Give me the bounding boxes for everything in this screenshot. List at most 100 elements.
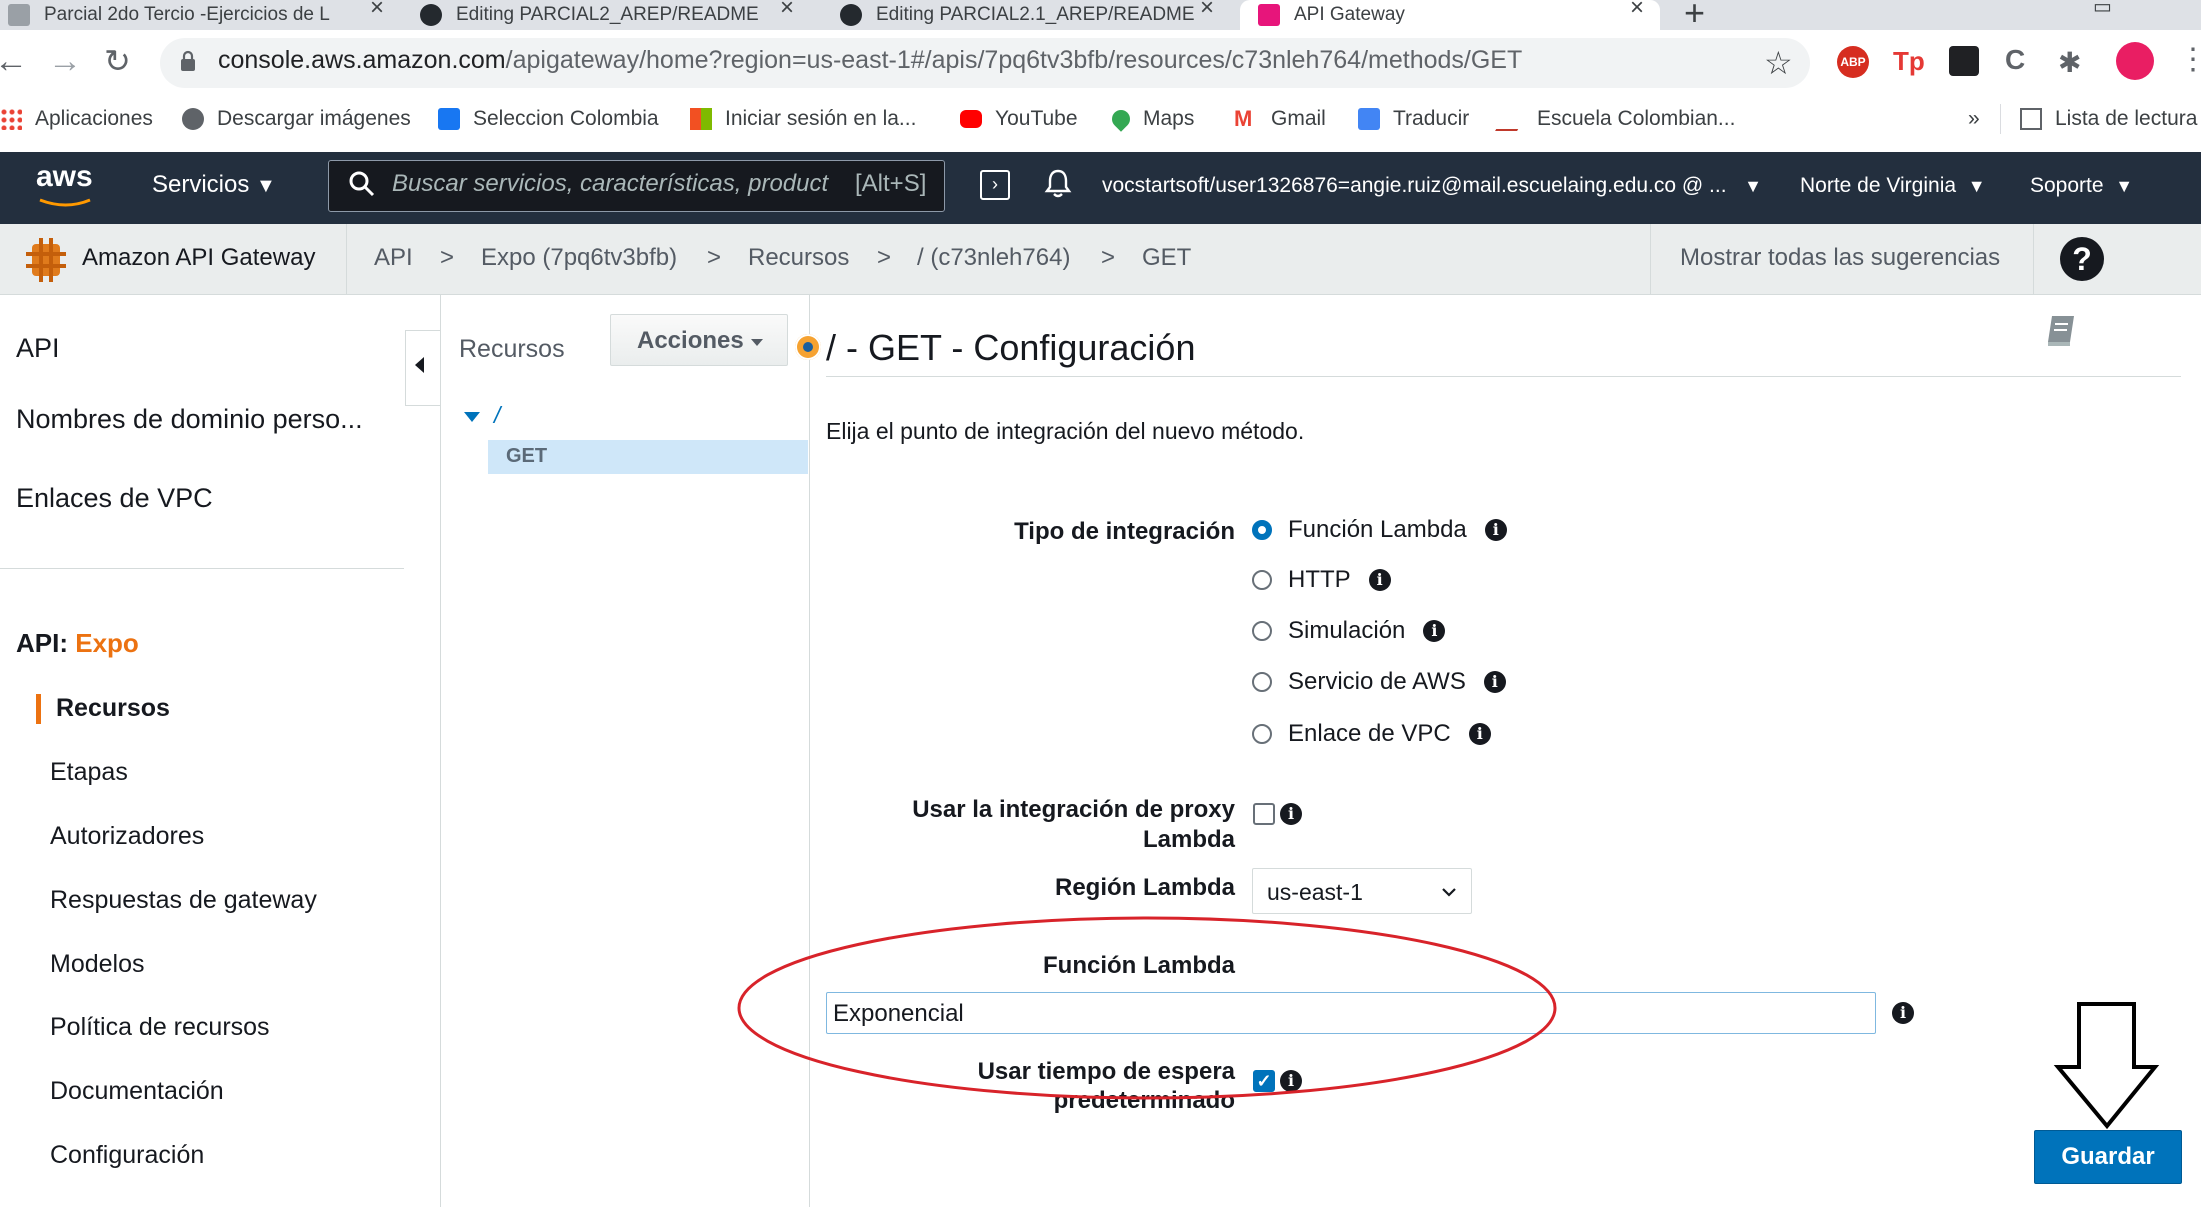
bookmarks-overflow[interactable]: » bbox=[1968, 104, 1980, 134]
radio-button[interactable] bbox=[1252, 621, 1272, 641]
radio-button[interactable] bbox=[1252, 570, 1272, 590]
info-icon[interactable]: i bbox=[1892, 1002, 1914, 1024]
menu-dots-icon[interactable]: ⋮ bbox=[2178, 42, 2201, 77]
radio-http[interactable]: HTTP i bbox=[1252, 566, 1391, 594]
tree-method-selected[interactable]: GET bbox=[488, 440, 808, 474]
info-icon[interactable]: i bbox=[1484, 519, 1507, 541]
radio-button[interactable] bbox=[1252, 724, 1272, 744]
active-indicator bbox=[36, 694, 41, 724]
reading-list[interactable]: Lista de lectura bbox=[2020, 104, 2197, 134]
sidebar-collapse-handle[interactable] bbox=[405, 330, 440, 406]
support-menu[interactable]: Soporte ▼ bbox=[2030, 174, 2133, 198]
cloudshell-icon[interactable]: › bbox=[980, 170, 1010, 200]
integration-type-label: Tipo de integración bbox=[1014, 518, 1235, 545]
browser-tab-active[interactable]: API Gateway × bbox=[1240, 0, 1660, 30]
lambda-function-value: Exponencial bbox=[833, 1000, 964, 1027]
info-icon[interactable]: i bbox=[1280, 1070, 1302, 1092]
close-icon[interactable]: × bbox=[370, 0, 384, 20]
radio-lambda-function[interactable]: Función Lambda i bbox=[1252, 516, 1507, 544]
checkbox[interactable] bbox=[1253, 803, 1275, 825]
extension-c-icon[interactable]: C bbox=[2005, 44, 2025, 76]
browser-tab[interactable]: Editing PARCIAL2.1_AREP/README × bbox=[830, 0, 1230, 30]
checkbox-checked[interactable]: ✓ bbox=[1253, 1070, 1275, 1092]
close-icon[interactable]: × bbox=[1200, 0, 1214, 20]
radio-mock[interactable]: Simulación i bbox=[1252, 617, 1446, 645]
sidebar-item-gateway-responses[interactable]: Respuestas de gateway bbox=[50, 886, 317, 915]
tp-extension-icon[interactable]: Tp bbox=[1893, 46, 1925, 77]
sidebar-item-models[interactable]: Modelos bbox=[50, 950, 145, 979]
search-input[interactable]: Buscar servicios, características, produ… bbox=[392, 170, 838, 198]
radio-aws-service[interactable]: Servicio de AWS i bbox=[1252, 668, 1506, 696]
api-gateway-service-icon[interactable] bbox=[26, 238, 66, 282]
lambda-function-input[interactable]: Exponencial bbox=[826, 992, 1876, 1034]
bookmark-item[interactable]: Seleccion Colombia bbox=[438, 104, 659, 134]
breadcrumb-item-resources[interactable]: Recursos bbox=[748, 244, 849, 272]
browser-tab[interactable]: Parcial 2do Tercio -Ejercicios de L × bbox=[0, 0, 400, 30]
info-icon[interactable]: i bbox=[1368, 569, 1391, 591]
book-icon[interactable] bbox=[2044, 312, 2074, 346]
info-icon[interactable]: i bbox=[1423, 620, 1446, 642]
restore-window-icon[interactable]: ▭ bbox=[2093, 0, 2112, 19]
caret-down-icon: ▼ bbox=[1744, 176, 1762, 196]
bookmark-star-icon[interactable]: ☆ bbox=[1764, 44, 1793, 82]
sidebar-item-settings[interactable]: Configuración bbox=[50, 1141, 204, 1170]
sidebar-item-custom-domains[interactable]: Nombres de dominio perso... bbox=[16, 404, 363, 435]
breadcrumb-service[interactable]: Amazon API Gateway bbox=[82, 244, 315, 272]
lock-icon[interactable] bbox=[180, 50, 196, 71]
breadcrumb-item-resource-id[interactable]: / (c73nleh764) bbox=[917, 244, 1070, 272]
new-tab-icon[interactable]: + bbox=[1684, 0, 1705, 34]
search-shortcut-hint: [Alt+S] bbox=[855, 170, 927, 197]
sidebar-item-vpc-links[interactable]: Enlaces de VPC bbox=[16, 483, 213, 514]
bell-icon[interactable] bbox=[1044, 168, 1072, 205]
proxy-checkbox[interactable] bbox=[1253, 803, 1275, 830]
save-button[interactable]: Guardar bbox=[2034, 1130, 2182, 1184]
bookmark-item[interactable]: M Gmail bbox=[1234, 104, 1326, 134]
bookmark-item[interactable]: Traducir bbox=[1358, 104, 1469, 134]
sidebar-item-stages[interactable]: Etapas bbox=[50, 758, 128, 787]
account-menu[interactable]: vocstartsoft/user1326876=angie.ruiz@mail… bbox=[1102, 174, 1762, 198]
close-icon[interactable]: × bbox=[780, 0, 794, 20]
bookmark-apps[interactable]: Aplicaciones bbox=[0, 104, 153, 134]
bookmark-item[interactable]: Escuela Colombian... bbox=[1495, 104, 1735, 134]
bookmark-item[interactable]: Iniciar sesión en la... bbox=[690, 104, 916, 134]
info-icon[interactable]: i bbox=[1483, 671, 1506, 693]
close-icon[interactable]: × bbox=[1630, 0, 1644, 20]
sidebar-item-resource-policy[interactable]: Política de recursos bbox=[50, 1013, 270, 1042]
adblock-extension-icon[interactable]: ABP bbox=[1837, 46, 1869, 78]
back-icon[interactable]: ← bbox=[0, 44, 28, 78]
help-icon[interactable]: ? bbox=[2060, 237, 2104, 281]
puzzle-extensions-icon[interactable]: ✱ bbox=[2058, 46, 2081, 79]
show-all-tips-link[interactable]: Mostrar todas las sugerencias bbox=[1680, 244, 2000, 272]
api-name[interactable]: Expo bbox=[75, 628, 139, 658]
bookmark-item[interactable]: Descargar imágenes bbox=[182, 104, 411, 134]
bookmark-item[interactable]: Maps bbox=[1108, 104, 1194, 134]
tree-expand-icon[interactable] bbox=[464, 412, 480, 422]
radio-button[interactable] bbox=[1252, 520, 1272, 540]
bookmark-item[interactable]: YouTube bbox=[960, 104, 1078, 134]
divider bbox=[1650, 224, 1651, 294]
avatar[interactable] bbox=[2116, 42, 2154, 80]
react-devtools-icon[interactable] bbox=[1949, 46, 1979, 76]
tree-root[interactable]: / bbox=[494, 402, 500, 429]
region-menu[interactable]: Norte de Virginia ▼ bbox=[1800, 174, 1986, 198]
sidebar-item-resources[interactable]: Recursos bbox=[56, 694, 170, 723]
actions-button[interactable]: Acciones bbox=[610, 314, 788, 366]
forward-icon[interactable]: → bbox=[48, 44, 82, 78]
breadcrumb-item-api-name[interactable]: Expo (7pq6tv3bfb) bbox=[481, 244, 677, 272]
browser-tab[interactable]: Editing PARCIAL2_AREP/README × bbox=[410, 0, 810, 30]
info-icon[interactable]: i bbox=[1280, 803, 1302, 825]
aws-logo[interactable]: aws bbox=[36, 160, 93, 207]
sidebar-item-documentation[interactable]: Documentación bbox=[50, 1077, 224, 1106]
region-select[interactable]: us-east-1 bbox=[1252, 868, 1472, 914]
breadcrumb-item-api[interactable]: API bbox=[374, 244, 413, 272]
radio-vpc-link[interactable]: Enlace de VPC i bbox=[1252, 720, 1491, 748]
info-icon[interactable]: i bbox=[1468, 723, 1491, 745]
url-text[interactable]: console.aws.amazon.com/apigateway/home?r… bbox=[218, 46, 1522, 75]
radio-button[interactable] bbox=[1252, 672, 1272, 692]
services-menu[interactable]: Servicios ▼ bbox=[152, 171, 276, 199]
sidebar-item-api[interactable]: API bbox=[16, 333, 60, 364]
sidebar-item-authorizers[interactable]: Autorizadores bbox=[50, 822, 204, 851]
reload-icon[interactable]: ↻ bbox=[104, 44, 131, 78]
bookmark-label: Seleccion Colombia bbox=[473, 107, 659, 130]
timeout-checkbox[interactable]: ✓ bbox=[1253, 1070, 1275, 1092]
